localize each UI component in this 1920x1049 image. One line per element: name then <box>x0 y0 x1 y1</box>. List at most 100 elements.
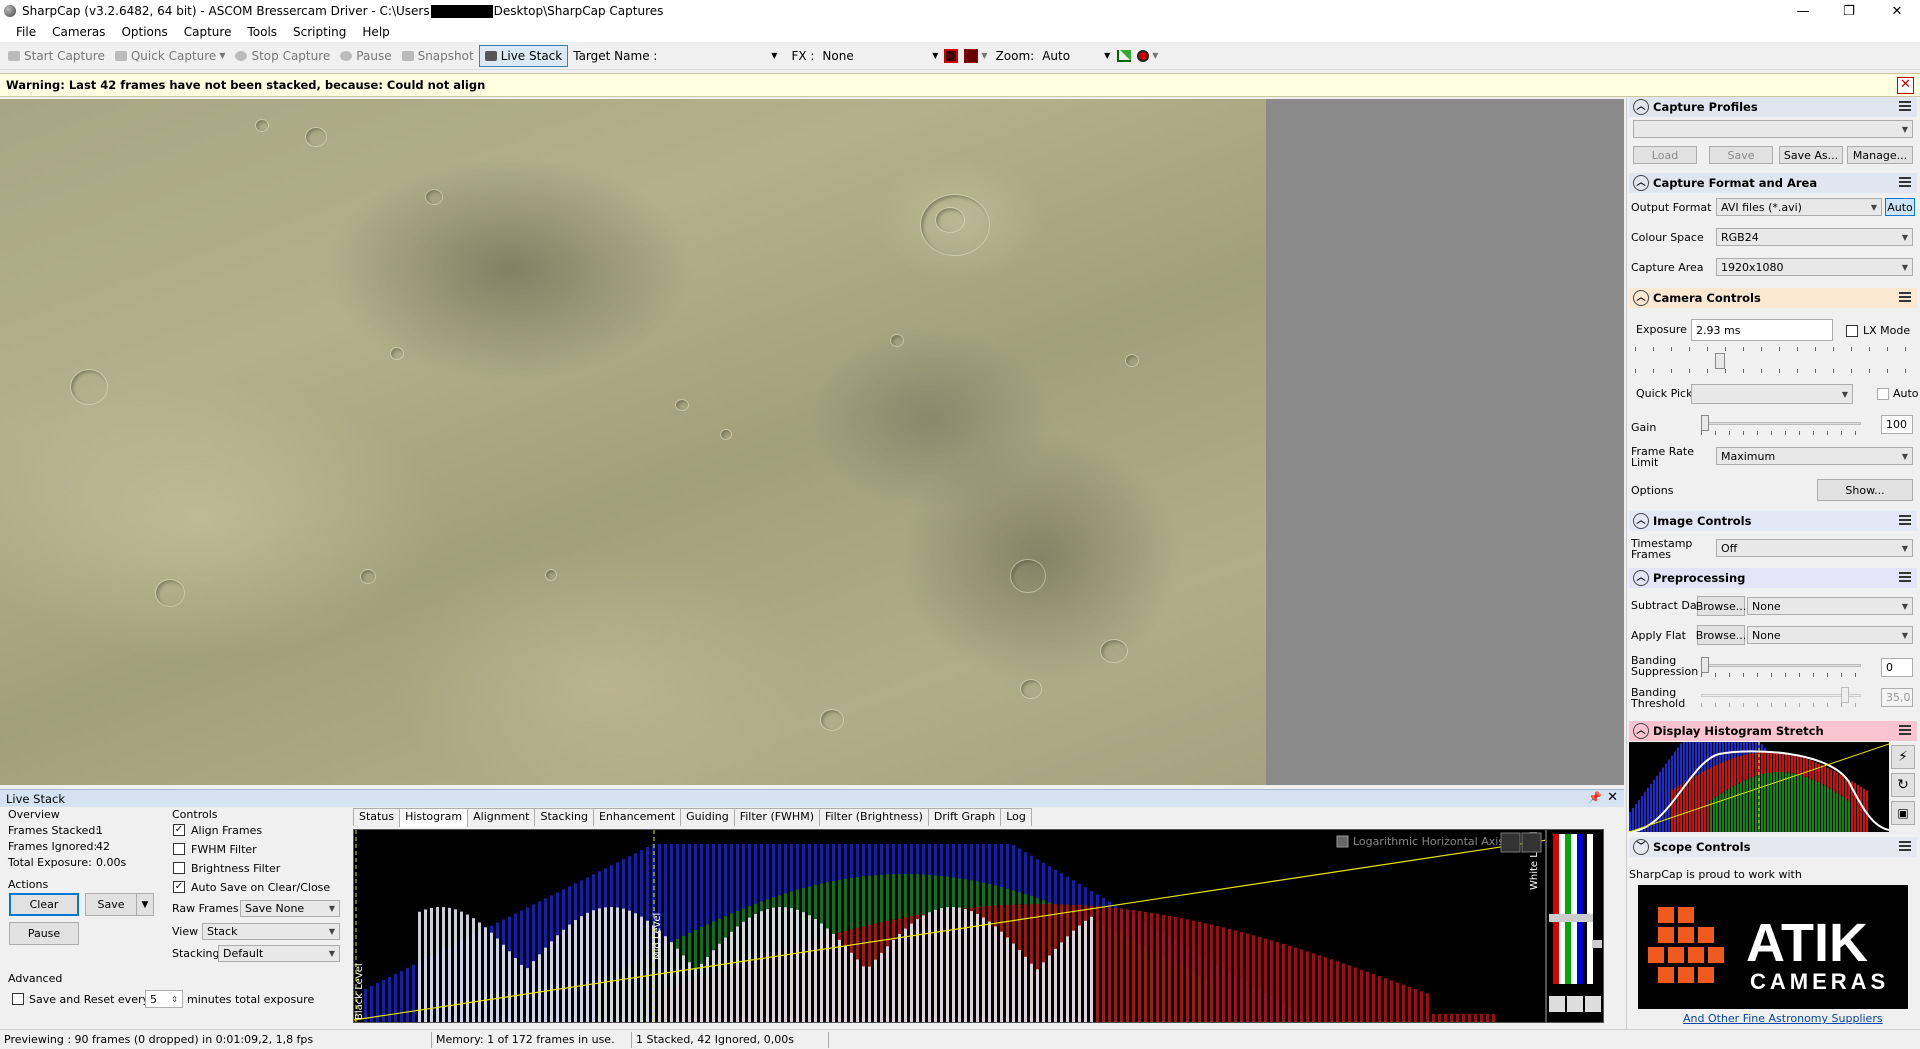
align-frames-checkbox[interactable]: ✓ <box>173 824 185 836</box>
banding-threshold-slider[interactable] <box>1701 687 1861 707</box>
start-capture-button[interactable]: Start Capture <box>3 45 110 67</box>
menu-scripting[interactable]: Scripting <box>285 25 354 39</box>
display-histogram-header[interactable]: ︿ Display Histogram Stretch <box>1629 721 1917 741</box>
overlay-button[interactable]: ▼ <box>961 45 990 67</box>
banding-threshold-thumb[interactable] <box>1841 687 1849 703</box>
pin-icon[interactable]: 📌 <box>1588 791 1602 804</box>
banding-suppression-input[interactable]: 0 <box>1881 658 1913 677</box>
timestamp-frames-select[interactable]: Off ▼ <box>1716 539 1913 557</box>
exposure-slider[interactable] <box>1635 347 1913 373</box>
zoom-combo[interactable]: Auto ▼ <box>1039 46 1114 65</box>
stop-capture-button[interactable]: Stop Capture <box>230 45 335 67</box>
tab-filter-brightness[interactable]: Filter (Brightness) <box>819 808 929 826</box>
tab-guiding[interactable]: Guiding <box>680 808 735 826</box>
manage-profiles-button[interactable]: Manage... <box>1847 146 1913 164</box>
scope-controls-header[interactable]: ﹀ Scope Controls <box>1629 837 1917 857</box>
target-name-combo[interactable]: ▼ <box>662 46 781 65</box>
tab-status[interactable]: Status <box>353 808 401 826</box>
gain-slider[interactable] <box>1701 415 1861 435</box>
quick-picks-select[interactable]: ▼ <box>1691 384 1853 404</box>
capture-format-header[interactable]: ︿ Capture Format and Area <box>1629 173 1917 193</box>
camera-controls-header[interactable]: ︿ Camera Controls <box>1629 288 1917 308</box>
auto-stretch-button[interactable]: ⚡ <box>1891 745 1915 769</box>
magnifier-button[interactable]: ▼ <box>1135 45 1160 67</box>
auto-stretch-icon[interactable] <box>1500 832 1521 853</box>
reset-icon[interactable] <box>1585 996 1601 1012</box>
auto-format-button[interactable]: Auto <box>1885 198 1915 216</box>
tab-log[interactable]: Log <box>1000 808 1032 826</box>
maximize-button[interactable]: ❐ <box>1826 0 1872 22</box>
reset-stretch-button[interactable]: ↻ <box>1891 773 1915 797</box>
snapshot-button[interactable]: Snapshot <box>397 45 479 67</box>
quick-capture-button[interactable]: Quick Capture ▼ <box>110 45 231 67</box>
close-window-button[interactable]: ✕ <box>1874 0 1920 22</box>
frame-rate-select[interactable]: Maximum ▼ <box>1716 447 1913 465</box>
pause-button[interactable]: Pause <box>335 45 396 67</box>
menu-file[interactable]: File <box>8 25 44 39</box>
suppliers-link[interactable]: And Other Fine Astronomy Suppliers <box>1683 1013 1883 1024</box>
collapse-icon[interactable]: ︿ <box>1633 290 1649 306</box>
apply-flat-browse-button[interactable]: Browse... <box>1696 625 1746 645</box>
view-select[interactable]: Stack ▼ <box>202 923 340 940</box>
capture-profiles-header[interactable]: ︿ Capture Profiles <box>1629 97 1917 117</box>
stacking-select[interactable]: Default ▼ <box>218 945 340 962</box>
menu-help[interactable]: Help <box>354 25 397 39</box>
save-dropdown-button[interactable]: ▼ <box>136 893 154 916</box>
colour-space-select[interactable]: RGB24 ▼ <box>1716 228 1913 246</box>
raw-frames-select[interactable]: Save None ▼ <box>240 900 340 917</box>
subtract-dark-select[interactable]: None ▼ <box>1747 597 1913 615</box>
preprocessing-header[interactable]: ︿ Preprocessing <box>1629 568 1917 588</box>
reset-stretch-icon[interactable] <box>1521 832 1542 853</box>
exposure-slider-thumb[interactable] <box>1715 353 1725 369</box>
lightning-icon[interactable] <box>1549 996 1565 1012</box>
save-profile-button[interactable]: Save <box>1709 146 1773 164</box>
log-axis-checkbox[interactable] <box>1336 835 1349 848</box>
hamburger-icon[interactable] <box>1899 515 1911 525</box>
live-stack-button[interactable]: Live Stack <box>478 44 569 67</box>
menu-tools[interactable]: Tools <box>239 25 285 39</box>
save-as-profile-button[interactable]: Save As... <box>1779 146 1843 164</box>
tab-filter-fwhm[interactable]: Filter (FWHM) <box>733 808 820 826</box>
image-viewport[interactable] <box>0 99 1624 785</box>
collapse-icon[interactable]: ︿ <box>1633 723 1649 739</box>
lx-mode-checkbox[interactable] <box>1846 325 1858 337</box>
tab-enhancement[interactable]: Enhancement <box>592 808 682 826</box>
banding-threshold-input[interactable]: 35,0 <box>1881 688 1913 707</box>
tab-histogram[interactable]: Histogram <box>399 808 469 827</box>
close-warning-button[interactable]: ✕ <box>1897 77 1914 94</box>
save-stretch-button[interactable]: ▣ <box>1891 801 1915 825</box>
hamburger-icon[interactable] <box>1899 177 1911 187</box>
display-histogram-plot[interactable] <box>1629 742 1889 832</box>
brightness-filter-checkbox[interactable] <box>173 862 185 874</box>
tab-drift-graph[interactable]: Drift Graph <box>927 808 1002 826</box>
show-options-button[interactable]: Show... <box>1817 479 1913 501</box>
auto-save-checkbox[interactable]: ✓ <box>173 881 185 893</box>
capture-area-select[interactable]: 1920x1080 ▼ <box>1716 258 1913 276</box>
hamburger-icon[interactable] <box>1899 292 1911 302</box>
save-reset-minutes-input[interactable]: 5 ⇕ <box>145 990 183 1008</box>
menu-options[interactable]: Options <box>113 25 175 39</box>
tab-alignment[interactable]: Alignment <box>467 808 536 826</box>
star-icon[interactable] <box>1567 996 1583 1012</box>
collapse-icon[interactable]: ︿ <box>1633 175 1649 191</box>
tab-stacking[interactable]: Stacking <box>534 808 594 826</box>
output-format-select[interactable]: AVI files (*.avi) ▼ <box>1716 198 1882 216</box>
gain-input[interactable]: 100 <box>1881 415 1913 434</box>
subtract-dark-browse-button[interactable]: Browse... <box>1696 596 1746 616</box>
atik-logo[interactable]: ATIK CAMERAS <box>1638 885 1908 1009</box>
hamburger-icon[interactable] <box>1899 101 1911 111</box>
reticle-button[interactable] <box>941 45 961 67</box>
menu-capture[interactable]: Capture <box>176 25 240 39</box>
collapse-icon[interactable]: ︿ <box>1633 570 1649 586</box>
exposure-input[interactable]: 2.93 ms <box>1691 319 1833 341</box>
save-stack-button[interactable]: Save <box>85 893 137 916</box>
quick-picks-auto-checkbox[interactable] <box>1877 388 1889 400</box>
load-profile-button[interactable]: Load <box>1633 146 1697 164</box>
capture-profile-select[interactable]: ▼ <box>1633 120 1913 138</box>
minimize-button[interactable]: — <box>1780 0 1826 22</box>
image-controls-header[interactable]: ︿ Image Controls <box>1629 511 1917 531</box>
gain-slider-thumb[interactable] <box>1701 415 1709 431</box>
apply-flat-select[interactable]: None ▼ <box>1747 626 1913 644</box>
menu-cameras[interactable]: Cameras <box>44 25 113 39</box>
hamburger-icon[interactable] <box>1899 841 1911 851</box>
